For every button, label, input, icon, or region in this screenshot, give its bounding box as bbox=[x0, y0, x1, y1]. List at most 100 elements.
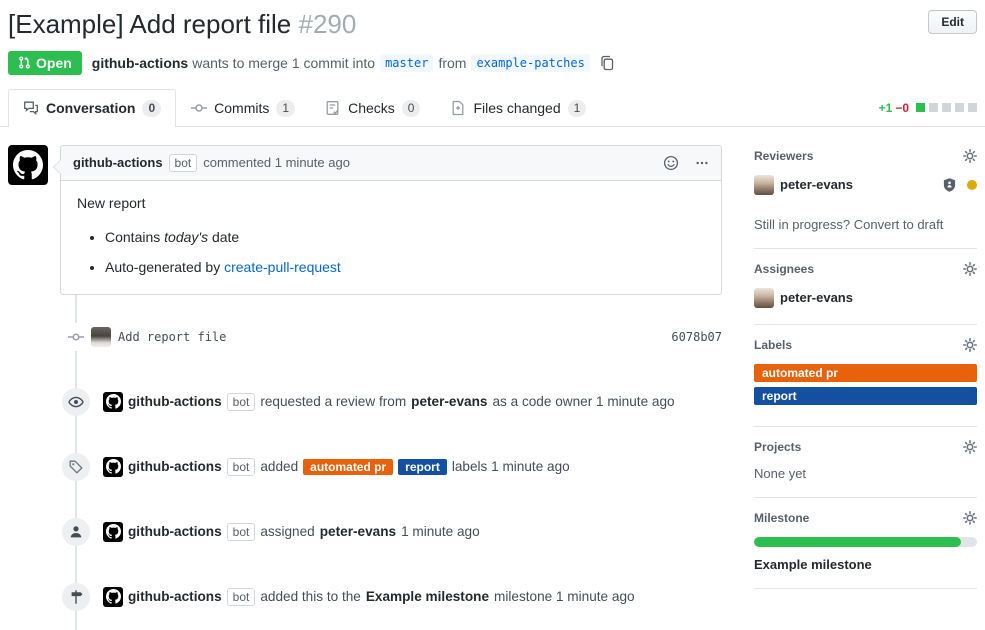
label-report[interactable]: report bbox=[398, 459, 447, 475]
event-milestone-link[interactable]: Example milestone bbox=[366, 589, 489, 604]
git-commit-icon bbox=[68, 323, 84, 351]
projects-section: Projects None yet bbox=[754, 427, 977, 498]
gear-icon[interactable] bbox=[963, 511, 977, 525]
comment-bullet: Contains today's date bbox=[105, 227, 705, 248]
github-actions-avatar[interactable] bbox=[103, 457, 123, 477]
bullet-text: Auto-generated by bbox=[105, 259, 224, 275]
label-automated-pr[interactable]: automated pr bbox=[303, 459, 393, 475]
projects-header[interactable]: Projects bbox=[754, 440, 977, 454]
file-diff-icon bbox=[450, 100, 466, 116]
edit-button[interactable]: Edit bbox=[928, 10, 977, 34]
pr-number: #290 bbox=[299, 9, 357, 39]
milestone-heading: Milestone bbox=[754, 511, 809, 525]
assignee-name-link[interactable]: peter-evans bbox=[780, 290, 853, 305]
kebab-menu-icon[interactable] bbox=[695, 156, 709, 170]
label-report[interactable]: report bbox=[754, 387, 977, 405]
merge-status-bar: Open github-actions wants to merge 1 com… bbox=[8, 51, 977, 75]
tab-label: Commits bbox=[214, 100, 269, 116]
milestone-name-link[interactable]: Example milestone bbox=[754, 557, 977, 572]
additions-count: +1 bbox=[879, 101, 893, 115]
milestone-section: Milestone Example milestone bbox=[754, 498, 977, 589]
diffstat-block bbox=[968, 103, 977, 112]
page-title: [Example] Add report file #290 bbox=[8, 8, 977, 41]
gear-icon[interactable] bbox=[963, 338, 977, 352]
tab-label: Conversation bbox=[46, 100, 135, 116]
milestone-header[interactable]: Milestone bbox=[754, 511, 977, 525]
event-actor-link[interactable]: github-actions bbox=[128, 589, 222, 604]
event-text: as a code owner 1 minute ago bbox=[492, 394, 674, 409]
event-actor-link[interactable]: github-actions bbox=[128, 524, 222, 539]
pull-request-page: [Example] Add report file #290 Edit Open… bbox=[0, 0, 985, 630]
comment-header: github-actions bot commented 1 minute ag… bbox=[61, 146, 721, 181]
gear-icon[interactable] bbox=[963, 149, 977, 163]
create-pull-request-link[interactable]: create-pull-request bbox=[224, 259, 341, 275]
labels-header[interactable]: Labels bbox=[754, 338, 977, 352]
gear-icon[interactable] bbox=[963, 262, 977, 276]
tab-conversation[interactable]: Conversation 0 bbox=[8, 89, 176, 127]
merge-author-link[interactable]: github-actions bbox=[92, 55, 188, 71]
deletions-count: −0 bbox=[895, 101, 909, 115]
bot-badge: bot bbox=[227, 588, 256, 606]
head-branch-chip[interactable]: example-patches bbox=[471, 54, 589, 72]
github-actions-avatar[interactable] bbox=[103, 587, 123, 607]
bullet-italic-text: today's bbox=[164, 229, 208, 245]
assignee-row: peter-evans bbox=[754, 288, 977, 308]
reviewer-name-link[interactable]: peter-evans bbox=[780, 177, 853, 192]
assignees-heading: Assignees bbox=[754, 262, 814, 276]
tab-files-changed[interactable]: Files changed 1 bbox=[435, 89, 601, 127]
git-pull-request-icon bbox=[18, 55, 31, 70]
gear-icon[interactable] bbox=[963, 440, 977, 454]
timeline-event-review-requested: github-actions bot requested a review fr… bbox=[8, 388, 722, 416]
timeline: Add report file 6078b07 github-actions b… bbox=[8, 323, 722, 611]
comment-meta: commented 1 minute ago bbox=[203, 155, 350, 170]
event-actor-link[interactable]: github-actions bbox=[128, 459, 222, 474]
bot-badge: bot bbox=[227, 523, 256, 541]
milestone-progress-fill bbox=[754, 537, 961, 547]
timeline-event-labels-added: github-actions bot added automated pr re… bbox=[8, 453, 722, 481]
github-actions-avatar[interactable] bbox=[103, 522, 123, 542]
label-automated-pr[interactable]: automated pr bbox=[754, 364, 977, 382]
checklist-icon bbox=[325, 100, 341, 116]
tab-commits[interactable]: Commits 1 bbox=[176, 89, 310, 127]
bot-badge: bot bbox=[227, 393, 256, 411]
assignees-header[interactable]: Assignees bbox=[754, 262, 977, 276]
labels-heading: Labels bbox=[754, 338, 792, 352]
event-text: labels 1 minute ago bbox=[452, 459, 570, 474]
pr-title-text: [Example] Add report file bbox=[8, 9, 291, 39]
projects-empty-text: None yet bbox=[754, 466, 977, 481]
event-user-link[interactable]: peter-evans bbox=[320, 524, 396, 539]
tab-count: 1 bbox=[276, 100, 295, 117]
event-text: requested a review from bbox=[260, 394, 406, 409]
reviewers-section: Reviewers peter-evans bbox=[754, 145, 977, 249]
reviewers-heading: Reviewers bbox=[754, 149, 813, 163]
person-icon bbox=[62, 518, 90, 546]
event-user-link[interactable]: peter-evans bbox=[411, 394, 487, 409]
emoji-reaction-icon[interactable] bbox=[663, 155, 679, 171]
comment-author-link[interactable]: github-actions bbox=[73, 155, 163, 170]
comment-body: New report Contains today's date Auto-ge… bbox=[61, 181, 721, 294]
base-branch-chip[interactable]: master bbox=[380, 54, 433, 72]
copy-branch-icon[interactable] bbox=[599, 55, 615, 71]
diffstat-block bbox=[929, 103, 938, 112]
tab-label: Checks bbox=[348, 100, 395, 116]
commit-message-link[interactable]: Add report file bbox=[118, 330, 226, 344]
comment-box: github-actions bot commented 1 minute ag… bbox=[60, 145, 722, 295]
commit-author-avatar[interactable] bbox=[91, 327, 111, 347]
state-label: Open bbox=[36, 55, 72, 71]
pending-review-dot bbox=[967, 180, 977, 190]
bot-badge: bot bbox=[227, 458, 256, 476]
tag-icon bbox=[62, 453, 90, 481]
reviewers-header[interactable]: Reviewers bbox=[754, 149, 977, 163]
commit-sha-link[interactable]: 6078b07 bbox=[671, 330, 722, 344]
milestone-progress-bar bbox=[754, 537, 977, 547]
peter-evans-avatar[interactable] bbox=[754, 288, 774, 308]
github-actions-avatar[interactable] bbox=[8, 145, 48, 185]
convert-to-draft-link[interactable]: Convert to draft bbox=[854, 217, 944, 232]
pr-sidebar: Reviewers peter-evans bbox=[754, 145, 977, 611]
github-actions-avatar[interactable] bbox=[103, 392, 123, 412]
git-commit-icon bbox=[191, 100, 207, 116]
tab-checks[interactable]: Checks 0 bbox=[310, 89, 435, 127]
shield-icon bbox=[942, 177, 957, 193]
event-actor-link[interactable]: github-actions bbox=[128, 394, 222, 409]
peter-evans-avatar[interactable] bbox=[754, 175, 774, 195]
